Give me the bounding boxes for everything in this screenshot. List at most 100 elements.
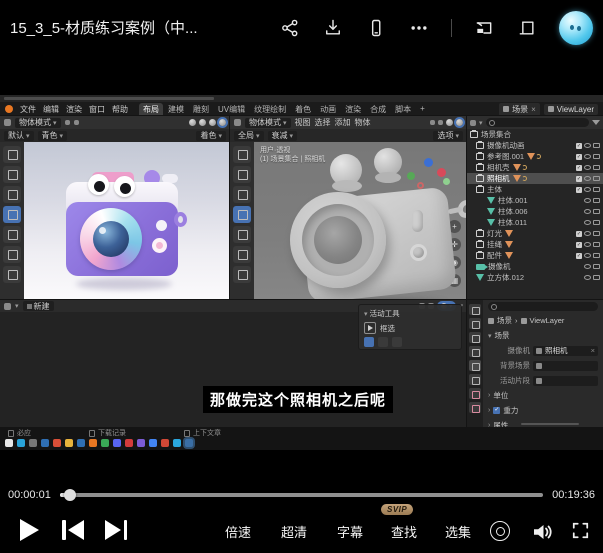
cute-camera-render [48, 160, 208, 300]
color-swatch [392, 337, 402, 347]
outliner-panel: ▾ 场景集合 摄像机动画✓ 参考图.001✓ 相机壳✓ 照相机✓ 主体✓ 柱体.… [467, 116, 603, 300]
left-shading-buttons [189, 119, 226, 126]
taskbar-app-icon [149, 439, 157, 447]
fullscreen-icon[interactable] [571, 521, 590, 540]
seek-knob[interactable] [64, 489, 76, 501]
taskbar-app-icon [113, 439, 121, 447]
mid-menu-select: 选择 [315, 117, 331, 128]
workspace-tab-script: 脚本 [391, 103, 415, 116]
left-chip-cyan: 青色▾ [38, 131, 68, 141]
pip-icon[interactable] [473, 17, 495, 39]
tool-cursor-icon [233, 166, 251, 183]
download-icon[interactable] [322, 17, 344, 39]
left-chip-default: 默认▾ [4, 131, 34, 141]
taskbar-app-icon [137, 439, 145, 447]
tool-annotate-icon [3, 246, 21, 263]
tool-measure-icon [233, 266, 251, 283]
tab-tool-icon [469, 304, 481, 315]
outliner-row: 相机壳✓ [467, 162, 603, 173]
workspace-tabs: 布局 建模 雕刻 UV编辑 纹理绘制 着色 动画 渲染 合成 脚本 + [139, 103, 429, 116]
clay-viewport-canvas: 用户·透视 (1) 场景集合 | 照相机 + ✛ ◉ ▦ [254, 142, 467, 300]
properties-search-input [488, 302, 598, 311]
video-title: 15_3_5-材质练习案例（中... [10, 17, 198, 38]
background-scene-field: 背景场景 [483, 358, 603, 373]
svip-badge: SVIP [381, 504, 413, 515]
tab-physics-icon [469, 402, 481, 413]
more-icon[interactable] [408, 17, 430, 39]
play-button[interactable] [20, 519, 39, 541]
workspace-tab-modeling: 建模 [164, 103, 188, 116]
outliner-row: 立方体.012 [467, 272, 603, 283]
workspace-tab-shading: 着色 [291, 103, 315, 116]
mid-menu-view: 视图 [295, 117, 311, 128]
quality-button[interactable]: 超清 [281, 522, 307, 541]
mid-toolbar [230, 142, 254, 300]
mid-mode-dropdown: 物体模式▾ [245, 118, 291, 128]
taskbar-app-icon [89, 439, 97, 447]
box-select-icon [364, 322, 376, 334]
workspace-tab-add: + [416, 103, 429, 116]
left-chip-shading: 着色▾ [196, 131, 226, 141]
reference-image-canvas [24, 142, 230, 300]
mid-chip-options: 选项▾ [433, 131, 463, 141]
previous-episode-button[interactable] [62, 520, 88, 540]
video-subtitle: 那做完这个照相机之后呢 [203, 386, 393, 413]
next-episode-button[interactable] [101, 520, 127, 540]
outliner-row: 柱体.001 [467, 195, 603, 206]
outliner-row: 配件✓ [467, 250, 603, 261]
workspace-tab-layout: 布局 [139, 103, 163, 116]
mini-window-icon[interactable] [516, 17, 538, 39]
workspace-tab-anim: 动画 [316, 103, 340, 116]
menu-render: 渲染 [66, 104, 82, 115]
left-viewport-subheader: 默认▾ 青色▾ 着色▾ [0, 129, 230, 142]
active-clip-field: 活动片段 [483, 373, 603, 388]
outliner-row: 场景集合 [467, 129, 603, 140]
tool-panel-tool-label: 框选 [380, 323, 395, 334]
avatar[interactable] [559, 11, 593, 45]
find-button[interactable]: 查找 [391, 522, 417, 541]
outliner-row: 主体✓ [467, 184, 603, 195]
taskbar-app-icon [65, 439, 73, 447]
outliner-row: 灯光✓ [467, 228, 603, 239]
subtitle-button[interactable]: 字幕 [337, 522, 363, 541]
tab-world-icon [469, 374, 481, 385]
tool-cursor-icon [3, 166, 21, 183]
tool-scale-icon [233, 226, 251, 243]
tool-move-icon [3, 186, 21, 203]
tool-select-icon [233, 146, 251, 163]
volume-icon[interactable] [530, 520, 554, 549]
viewlayer-selector: ViewLayer [544, 104, 598, 115]
share-icon[interactable] [279, 17, 301, 39]
taskbar-app-icon [77, 439, 85, 447]
menu-file: 文件 [20, 104, 36, 115]
taskbar-app-icon [5, 439, 13, 447]
taskbar-app-icon [101, 439, 109, 447]
bookmark-item: 下载记录 [89, 428, 126, 438]
mobile-device-icon[interactable] [365, 17, 387, 39]
video-frame[interactable]: 文件 编辑 渲染 窗口 帮助 布局 建模 雕刻 UV编辑 纹理绘制 着色 动画 … [0, 95, 603, 450]
left-viewport-pane: 物体模式▾ 默认▾ 青色▾ 着色▾ [0, 116, 230, 300]
color-swatch [378, 337, 388, 347]
taskbar-app-icons [5, 439, 193, 447]
progress-row: 00:00:01 00:19:36 [0, 487, 603, 503]
mid-menu-add: 添加 [335, 117, 351, 128]
outliner-header: ▾ [467, 116, 603, 129]
video-player-app: 15_3_5-材质练习案例（中... [0, 0, 603, 553]
seek-bar[interactable] [60, 493, 543, 497]
outliner-row: 柱体.011 [467, 217, 603, 228]
mid-chip-falloff: 衰减▾ [268, 131, 298, 141]
camera-field: 摄像机 照相机× [483, 343, 603, 358]
properties-panel: 场景 › ViewLayer ▾场景 摄像机 照相机× 背景场景 活动片段 › [467, 300, 603, 427]
record-icon[interactable] [490, 521, 510, 541]
outliner-row: 挂绳✓ [467, 239, 603, 250]
tool-scale-icon [3, 226, 21, 243]
taskbar-app-icon [41, 439, 49, 447]
top-bar: 15_3_5-材质练习案例（中... [0, 0, 603, 55]
mid-menu-object: 物体 [355, 117, 371, 128]
episodes-button[interactable]: 选集 [445, 522, 471, 541]
taskbar-app-icon [161, 439, 169, 447]
new-material-button: 新建 [23, 301, 54, 311]
tool-measure-icon [3, 266, 21, 283]
playback-speed-button[interactable]: 倍速 [225, 522, 251, 541]
clay-camera-model [282, 152, 467, 300]
